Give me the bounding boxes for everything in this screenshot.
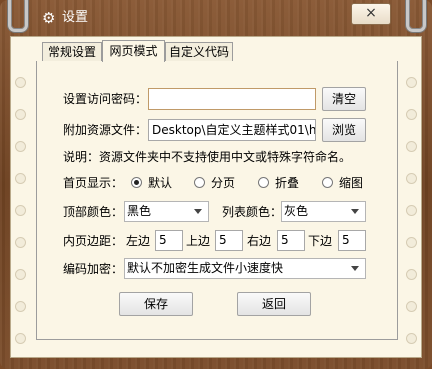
resource-path-input[interactable]: Desktop\自定义主题样式01\html <box>148 119 316 141</box>
gear-icon: ⚙ <box>42 9 56 27</box>
top-color-select[interactable]: 黑色 <box>124 201 209 222</box>
browse-button[interactable]: 浏览 <box>322 118 366 142</box>
tab-custom-code[interactable]: 自定义代码 <box>165 42 233 61</box>
encode-select[interactable]: 默认不加密生成文件小速度快 <box>124 258 366 279</box>
clear-button[interactable]: 清空 <box>322 87 366 111</box>
padding-bottom-input[interactable]: 5 <box>338 230 366 251</box>
padding-right-label: 右边 <box>247 234 272 248</box>
padding-left-label: 左边 <box>126 234 151 248</box>
password-input[interactable] <box>148 88 316 110</box>
list-color-label: 列表颜色： <box>222 205 283 219</box>
paper-holes-right <box>406 37 418 357</box>
padding-label: 内页边距： <box>63 234 124 248</box>
list-color-value: 灰色 <box>284 204 309 218</box>
tab-web-mode[interactable]: 网页模式 <box>102 40 165 62</box>
home-display-label: 首页显示： <box>63 176 124 190</box>
top-color-label: 顶部颜色： <box>63 205 124 219</box>
padding-right-input[interactable]: 5 <box>277 230 305 251</box>
window-title: 设置 <box>62 10 89 25</box>
title-bar[interactable]: ⚙ 设置 × <box>0 0 432 36</box>
password-label: 设置访问密码： <box>63 92 148 106</box>
radio-paged[interactable] <box>194 177 205 188</box>
save-button[interactable]: 保存 <box>119 292 193 316</box>
padding-bottom-label: 下边 <box>308 234 333 248</box>
radio-folded-label[interactable]: 折叠 <box>275 175 299 191</box>
radio-folded[interactable] <box>258 177 269 188</box>
encode-label: 编码加密： <box>63 262 124 276</box>
radio-thumbnail[interactable] <box>322 177 333 188</box>
tab-general[interactable]: 常规设置 <box>42 42 102 61</box>
encode-value: 默认不加密生成文件小速度快 <box>127 261 284 275</box>
padding-top-label: 上边 <box>186 234 211 248</box>
resource-note: 说明：资源文件夹中不支持使用中文或特殊字符命名。 <box>63 150 352 164</box>
radio-default[interactable] <box>131 177 142 188</box>
list-color-select[interactable]: 灰色 <box>281 201 366 222</box>
back-button[interactable]: 返回 <box>237 292 311 316</box>
padding-top-input[interactable]: 5 <box>215 230 243 251</box>
close-button[interactable]: × <box>351 3 391 25</box>
chevron-down-icon <box>351 209 359 214</box>
radio-thumbnail-label[interactable]: 缩图 <box>339 175 363 191</box>
resource-label: 附加资源文件： <box>63 123 148 137</box>
radio-default-label[interactable]: 默认 <box>148 175 172 191</box>
chevron-down-icon <box>194 209 202 214</box>
padding-left-input[interactable]: 5 <box>155 230 183 251</box>
paper-holes-left <box>15 37 27 357</box>
chevron-down-icon <box>351 266 359 271</box>
radio-paged-label[interactable]: 分页 <box>211 175 235 191</box>
top-color-value: 黑色 <box>127 204 152 218</box>
